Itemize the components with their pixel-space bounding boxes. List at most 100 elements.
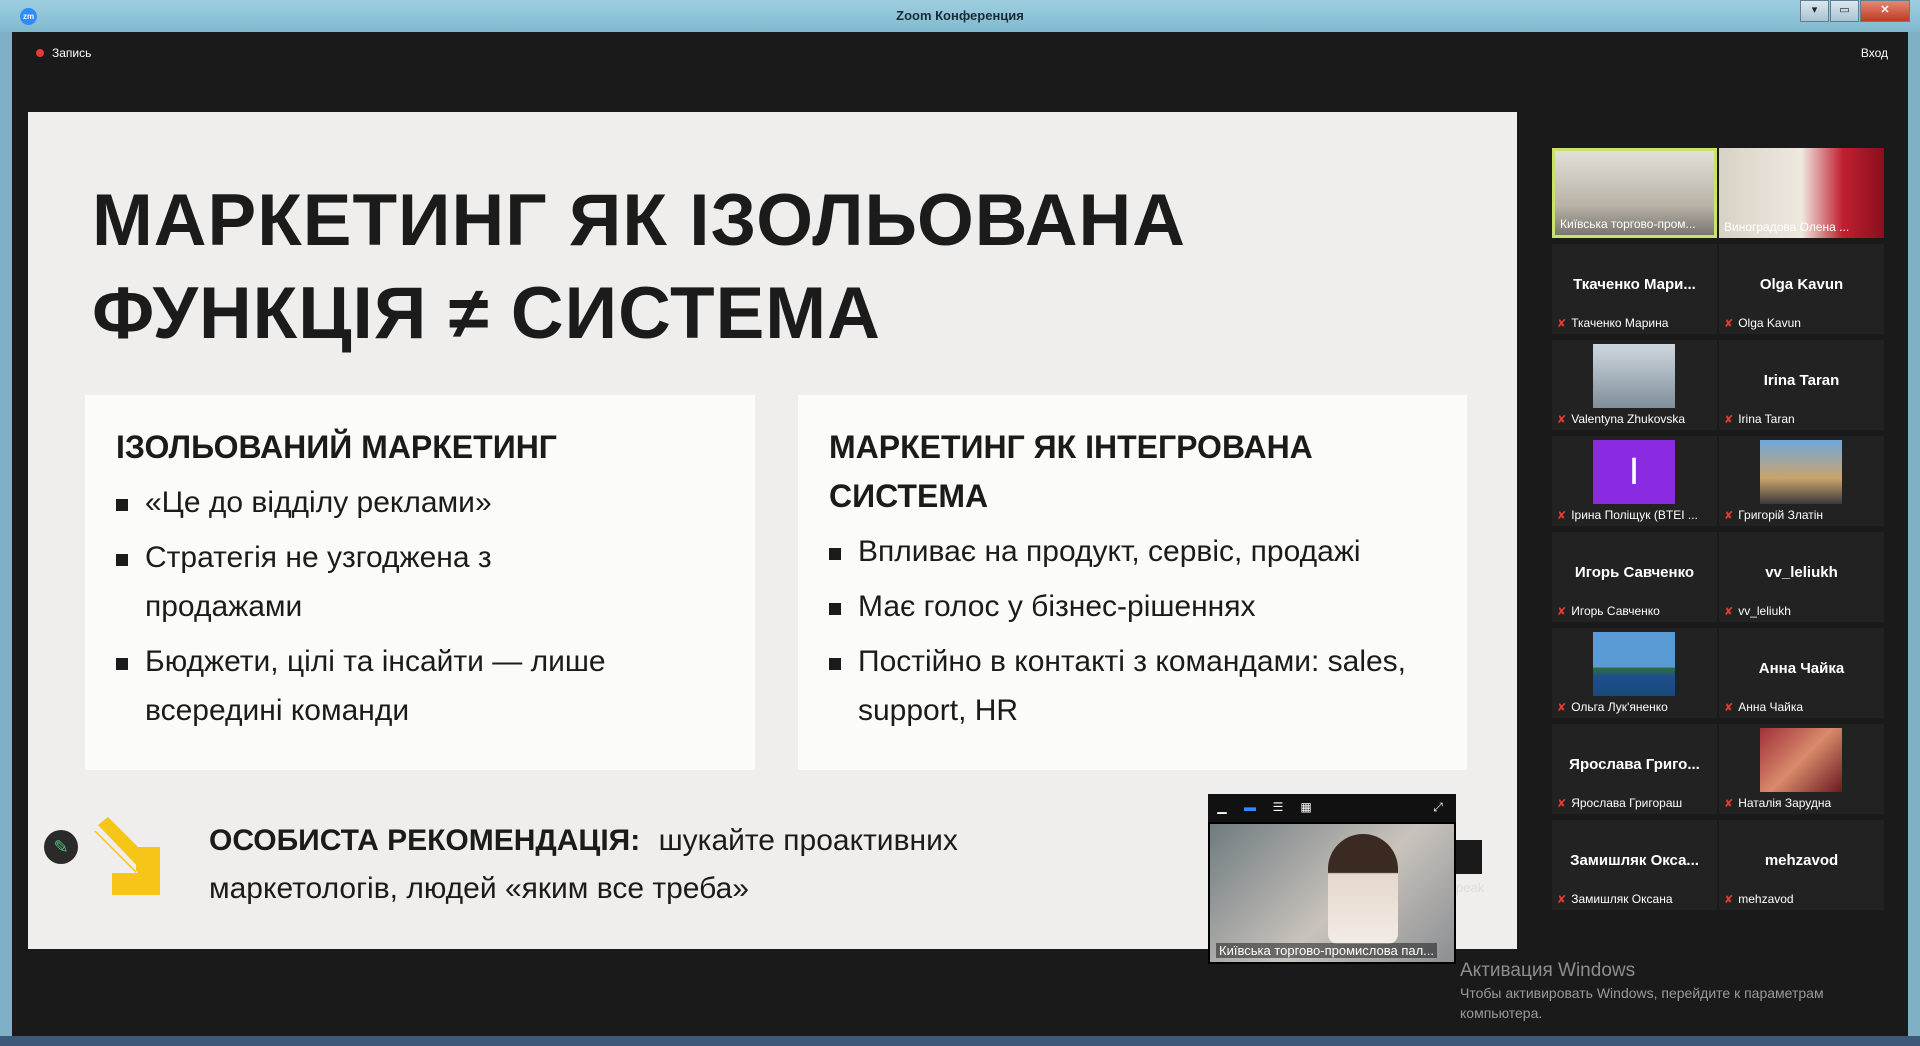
windows-taskbar: [0, 1036, 1920, 1046]
participant-label: ✘ Наталія Зарудна: [1724, 796, 1881, 810]
slide-title-line-2: ФУНКЦІЯ ≠ СИСТЕМА: [92, 273, 881, 354]
participant-name: Виноградова Олена ...: [1724, 220, 1850, 234]
recording-dot-icon: [36, 49, 44, 57]
participant-tile[interactable]: Анна Чайка ✘ Анна Чайка: [1719, 628, 1884, 718]
participant-label: Київська торгово-пром...: [1560, 217, 1711, 231]
mic-muted-icon: ✘: [1557, 317, 1567, 330]
participant-tile[interactable]: Игорь Савченко ✘ Игорь Савченко: [1552, 532, 1717, 622]
bullet-list: «Це до відділу реклами» Стратегія не узг…: [116, 478, 735, 735]
participant-name: Valentyna Zhukovska: [1571, 412, 1686, 426]
speak-label: peak: [1456, 880, 1485, 895]
participant-tile[interactable]: I ✘ Ірина Поліщук (BTEI ...: [1552, 436, 1717, 526]
participant-label: Виноградова Олена ...: [1724, 220, 1881, 234]
expand-icon[interactable]: ⤢: [1430, 800, 1446, 814]
participant-tile[interactable]: ✘ Ольга Лук'яненко: [1552, 628, 1717, 718]
participant-display-name: Irina Taran: [1763, 372, 1840, 389]
recording-indicator[interactable]: Запись: [36, 46, 91, 60]
close-button[interactable]: ✕: [1860, 0, 1910, 22]
bullet-item: Має голос у бізнес-рішеннях: [829, 582, 1447, 631]
login-button[interactable]: Вход: [1861, 46, 1888, 60]
minimize-pip-icon[interactable]: ▁: [1214, 800, 1230, 814]
bullet-list: Впливає на продукт, сервіс, продажі Має …: [829, 527, 1447, 735]
restore-button[interactable]: ▭: [1830, 0, 1859, 22]
speaker-view-icon[interactable]: ▬: [1242, 800, 1258, 814]
minimize-button[interactable]: ▾: [1800, 0, 1829, 22]
participant-tile[interactable]: Київська торгово-пром...: [1552, 148, 1717, 238]
recording-label: Запись: [52, 46, 92, 60]
mic-muted-icon: ✘: [1557, 701, 1567, 714]
active-speaker-pip[interactable]: ▁ ▬ ☰ ▦ ⤢ Київська торгово-промислова па…: [1208, 794, 1456, 964]
participant-tile[interactable]: mehzavod ✘ mehzavod: [1719, 820, 1884, 910]
participant-label: ✘ Ярослава Григораш: [1557, 796, 1714, 810]
isolated-marketing-card: ІЗОЛЬОВАНИЙ МАРКЕТИНГ «Це до відділу рек…: [85, 395, 755, 770]
participant-tile[interactable]: Irina Taran ✘ Irina Taran: [1719, 340, 1884, 430]
card-title: МАРКЕТИНГ ЯК ІНТЕГРОВАНА СИСТЕМА: [829, 429, 1313, 514]
participant-label: ✘ Ольга Лук'яненко: [1557, 700, 1714, 714]
participant-display-name: vv_leliukh: [1765, 564, 1838, 581]
speaker-figure: [1328, 834, 1398, 944]
card-title: ІЗОЛЬОВАНИЙ МАРКЕТИНГ: [116, 429, 557, 465]
participant-tile[interactable]: ✘ Valentyna Zhukovska: [1552, 340, 1717, 430]
windows-activation-watermark: Активация Windows Чтобы активировать Win…: [1460, 959, 1880, 1023]
integrated-marketing-card: МАРКЕТИНГ ЯК ІНТЕГРОВАНА СИСТЕМА Впливає…: [798, 395, 1467, 770]
slide-title: МАРКЕТИНГ ЯК ІЗОЛЬОВАНА ФУНКЦІЯ ≠ СИСТЕМ…: [92, 174, 1186, 360]
participant-name: Григорій Златін: [1738, 508, 1824, 522]
participant-tile[interactable]: vv_leliukh ✘ vv_leliukh: [1719, 532, 1884, 622]
mic-muted-icon: ✘: [1724, 893, 1734, 906]
participant-tile[interactable]: ✘ Наталія Зарудна: [1719, 724, 1884, 814]
mic-muted-icon: ✘: [1724, 413, 1734, 426]
participant-name: mehzavod: [1738, 892, 1794, 906]
speaker-name: Київська торгово-промислова пал...: [1216, 943, 1438, 958]
participant-video: [1593, 632, 1675, 696]
participant-name: Irina Taran: [1738, 412, 1795, 426]
bullet-item: Впливає на продукт, сервіс, продажі: [829, 527, 1447, 576]
participant-display-name: Ярослава Григо...: [1569, 756, 1700, 773]
speaker-panel-toggle[interactable]: [1456, 840, 1482, 874]
participant-tile[interactable]: ✘ Григорій Златін: [1719, 436, 1884, 526]
participant-video: [1760, 728, 1842, 792]
window-title: Zoom Конференция: [896, 8, 1024, 23]
participant-display-name: Анна Чайка: [1758, 660, 1845, 677]
participant-video: [1760, 440, 1842, 504]
participant-video: [1593, 344, 1675, 408]
participant-label: ✘ Irina Taran: [1724, 412, 1881, 426]
bullet-item: Постійно в контакті з командами: sales, …: [829, 637, 1438, 735]
participant-tile[interactable]: Замишляк Окса... ✘ Замишляк Оксана: [1552, 820, 1717, 910]
participant-avatar: I: [1593, 440, 1675, 504]
participant-name: Игорь Савченко: [1571, 604, 1660, 618]
mic-muted-icon: ✘: [1724, 317, 1734, 330]
mic-muted-icon: ✘: [1557, 797, 1567, 810]
mic-muted-icon: ✘: [1724, 509, 1734, 522]
speaker-video: Київська торгово-промислова пал...: [1210, 824, 1454, 962]
participant-label: ✘ Замишляк Оксана: [1557, 892, 1714, 906]
participant-label: ✘ Valentyna Zhukovska: [1557, 412, 1714, 426]
participant-name: Ірина Поліщук (BTEI ...: [1571, 508, 1698, 522]
participant-tile[interactable]: Ткаченко Мари... ✘ Ткаченко Марина: [1552, 244, 1717, 334]
participant-name: Замишляк Оксана: [1571, 892, 1673, 906]
gallery-view-icon[interactable]: ▦: [1298, 800, 1314, 814]
participant-display-name: Игорь Савченко: [1574, 564, 1695, 581]
participant-name: Київська торгово-пром...: [1560, 217, 1696, 231]
participant-label: ✘ mehzavod: [1724, 892, 1881, 906]
watermark-title: Активация Windows: [1460, 960, 1636, 981]
meeting-stage: Запись Вход МАРКЕТИНГ ЯК ІЗОЛЬОВАНА ФУНК…: [12, 32, 1908, 1036]
participant-tile[interactable]: Ярослава Григо... ✘ Ярослава Григораш: [1552, 724, 1717, 814]
participant-name: Наталія Зарудна: [1738, 796, 1832, 810]
participant-tile[interactable]: Виноградова Олена ...: [1719, 148, 1884, 238]
participant-label: ✘ Игорь Савченко: [1557, 604, 1714, 618]
participant-tile[interactable]: Olga Kavun ✘ Olga Kavun: [1719, 244, 1884, 334]
participant-label: ✘ vv_leliukh: [1724, 604, 1881, 618]
annotate-pen-icon[interactable]: ✎: [44, 830, 78, 864]
participant-name: Анна Чайка: [1738, 700, 1804, 714]
participant-name: Ткаченко Марина: [1571, 316, 1669, 330]
mic-muted-icon: ✘: [1557, 893, 1567, 906]
bullet-item: Стратегія не узгоджена з продажами: [116, 533, 565, 631]
participant-name: Ольга Лук'яненко: [1571, 700, 1668, 714]
personal-recommendation: ОСОБИСТА РЕКОМЕНДАЦІЯ: шукайте проактивн…: [209, 817, 1069, 913]
window-titlebar: zm Zoom Конференция ▾ ▭ ✕: [0, 0, 1920, 32]
pip-toolbar: ▁ ▬ ☰ ▦ ⤢: [1208, 794, 1456, 822]
participant-name: Olga Kavun: [1738, 316, 1801, 330]
bullet-item: «Це до відділу реклами»: [116, 478, 735, 527]
stacked-view-icon[interactable]: ☰: [1270, 800, 1286, 814]
participant-label: ✘ Olga Kavun: [1724, 316, 1881, 330]
